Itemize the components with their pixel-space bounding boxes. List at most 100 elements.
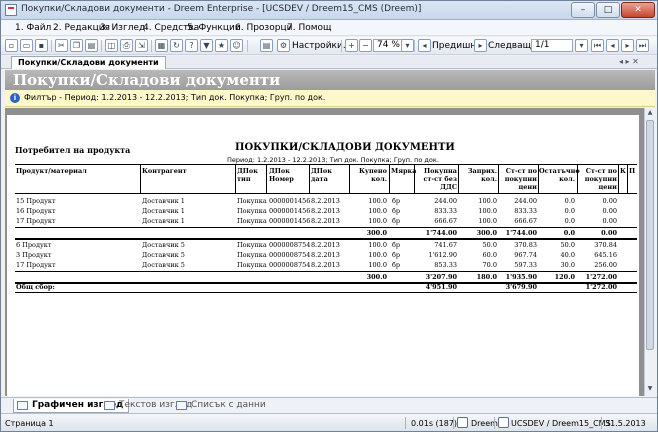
print-preview-icon[interactable]: ◫ xyxy=(105,39,118,52)
tab-navigation[interactable]: ◂ ▸ ✕ xyxy=(619,57,639,66)
group1-row-cell: 8.2.2013 xyxy=(311,207,340,215)
print-icon[interactable]: ⎙ xyxy=(120,39,133,52)
group1-row-cell: 100.0 xyxy=(368,217,387,225)
prev-icon[interactable]: ◂ xyxy=(606,39,619,52)
menu-functions[interactable]: 5. Функции xyxy=(187,23,241,33)
zoom-in-icon[interactable]: + xyxy=(345,39,358,52)
column-divider xyxy=(349,165,350,193)
col-bought-qty: Купено кол. xyxy=(358,167,387,183)
group1-row-cell: 666.67 xyxy=(514,217,537,225)
group1-row-cell: 0000001456 xyxy=(269,217,311,225)
cut-icon[interactable]: ✂ xyxy=(55,39,68,52)
column-divider xyxy=(414,165,415,193)
filter-icon[interactable]: ▼ xyxy=(200,39,213,52)
scroll-down-icon[interactable]: ▼ xyxy=(646,385,654,394)
page-select[interactable]: 1/1 xyxy=(531,39,573,52)
maximize-button[interactable]: □ xyxy=(596,2,620,18)
new-icon[interactable]: ▫ xyxy=(5,39,18,52)
menu-windows[interactable]: 6. Прозорци xyxy=(235,23,292,33)
scroll-up-icon[interactable]: ▲ xyxy=(646,109,654,118)
previous-page-icon[interactable]: ◂ xyxy=(418,39,431,52)
refresh-icon[interactable]: ↻ xyxy=(170,39,183,52)
group2-row-cell: бр xyxy=(392,251,401,259)
toolbar-separator xyxy=(247,40,248,52)
group1-row-cell: 16 Продукт xyxy=(16,207,56,215)
filter-bar: i Филтър - Период: 1.2.2013 - 12.2.2013;… xyxy=(5,90,655,107)
users-icon[interactable]: ☺ xyxy=(230,39,243,52)
menu-help[interactable]: 7. Помощ xyxy=(287,23,332,33)
group2-row-cell: 100.0 xyxy=(368,251,387,259)
group1-row-cell: 100.0 xyxy=(478,207,497,215)
column-divider xyxy=(538,165,539,193)
last-page-icon[interactable]: ⏭ xyxy=(636,39,649,52)
col-remaining-value: Ст-ст по покупни цени xyxy=(584,167,617,191)
tab-data-list[interactable]: Списък с данни xyxy=(173,399,271,413)
group2-total-cell: 180.0 xyxy=(476,273,497,281)
group2-row-cell: 0000008754 xyxy=(269,241,311,249)
col-received-value: Ст-ст по покупни цени xyxy=(504,167,537,191)
group2-row-cell: 645.16 xyxy=(594,251,617,259)
col-k: К xyxy=(620,167,626,175)
menu-file[interactable]: 1. Файл xyxy=(15,23,51,33)
minimize-button[interactable]: – xyxy=(571,2,595,18)
group2-row-cell: 3 Продукт xyxy=(16,251,52,259)
menu-view[interactable]: 3. Изглед xyxy=(100,23,145,33)
close-button[interactable]: ✕ xyxy=(621,2,655,18)
chevron-down-icon[interactable]: ▾ xyxy=(575,39,588,52)
document-tab-strip: Покупки/Складови документи ◂ ▸ ✕ xyxy=(1,56,657,69)
grid-icon[interactable]: ▤ xyxy=(260,39,273,52)
favorites-icon[interactable]: ★ xyxy=(215,39,228,52)
tab-purchases[interactable]: Покупки/Складови документи xyxy=(11,56,166,69)
paste-icon[interactable]: ▤ xyxy=(85,39,98,52)
settings-icon[interactable]: ⚙ xyxy=(277,39,290,52)
group1-row-cell: Доставчик 1 xyxy=(142,197,185,205)
group2-row-cell: Доставчик 5 xyxy=(142,241,185,249)
group1-row-cell: 17 Продукт xyxy=(16,217,56,225)
chevron-down-icon[interactable]: ▾ xyxy=(401,39,414,52)
title-bar[interactable]: Покупки/Складови документи - Dreem Enter… xyxy=(1,1,657,20)
column-divider xyxy=(266,165,267,193)
first-page-icon[interactable]: ⏮ xyxy=(591,39,604,52)
open-icon[interactable]: ▭ xyxy=(20,39,33,52)
report-viewer[interactable]: Потребител на продукта ПОКУПКИ/СКЛАДОВИ … xyxy=(5,108,644,396)
calendar-icon[interactable]: ▦ xyxy=(155,39,168,52)
status-date: 31.5.2013 xyxy=(605,419,646,428)
column-divider xyxy=(389,165,390,193)
status-separator xyxy=(453,417,454,429)
toolbar-separator xyxy=(101,40,102,52)
help-icon[interactable]: ? xyxy=(185,39,198,52)
zoom-out-icon[interactable]: − xyxy=(359,39,372,52)
col-product: Продукт/материал xyxy=(16,167,87,175)
toolbar-separator xyxy=(414,40,415,52)
settings-button[interactable]: Настройки... xyxy=(292,41,351,51)
col-remaining-qty: Остатъчно кол. xyxy=(539,167,580,183)
col-p: П xyxy=(629,167,636,175)
group1-row-cell: 833.33 xyxy=(434,207,457,215)
next-page-icon[interactable]: ▸ xyxy=(474,39,487,52)
database-icon xyxy=(498,417,509,428)
group1-total-cell: 300.0 xyxy=(476,229,497,237)
group1-row-cell: 15 Продукт xyxy=(16,197,56,205)
group2-row-cell: бр xyxy=(392,261,401,269)
column-divider xyxy=(627,165,628,193)
header-bottom-rule xyxy=(15,193,637,194)
group1-row-cell: 833.33 xyxy=(514,207,537,215)
export-icon[interactable]: ⇲ xyxy=(135,39,148,52)
group2-row-cell: 0000008754 xyxy=(269,261,311,269)
column-divider xyxy=(458,165,459,193)
group1-row-cell: 666.67 xyxy=(434,217,457,225)
group2-row-cell: 50.0 xyxy=(560,241,575,249)
group1-total-cell: 300.0 xyxy=(366,229,387,237)
group1-row-cell: 0.0 xyxy=(564,207,575,215)
grand-total-rule xyxy=(15,292,637,293)
scroll-thumb[interactable] xyxy=(646,120,654,350)
vertical-scrollbar[interactable]: ▲ ▼ xyxy=(644,108,655,396)
status-separator xyxy=(601,417,602,429)
group1-total-cell: 1'744.00 xyxy=(425,229,457,237)
next-page-button[interactable]: Следваща xyxy=(488,41,537,51)
save-icon[interactable]: ▪ xyxy=(35,39,48,52)
group1-row-cell: 0.00 xyxy=(602,197,617,205)
next-icon[interactable]: ▸ xyxy=(621,39,634,52)
toolbar-separator xyxy=(151,40,152,52)
copy-icon[interactable]: ❐ xyxy=(70,39,83,52)
